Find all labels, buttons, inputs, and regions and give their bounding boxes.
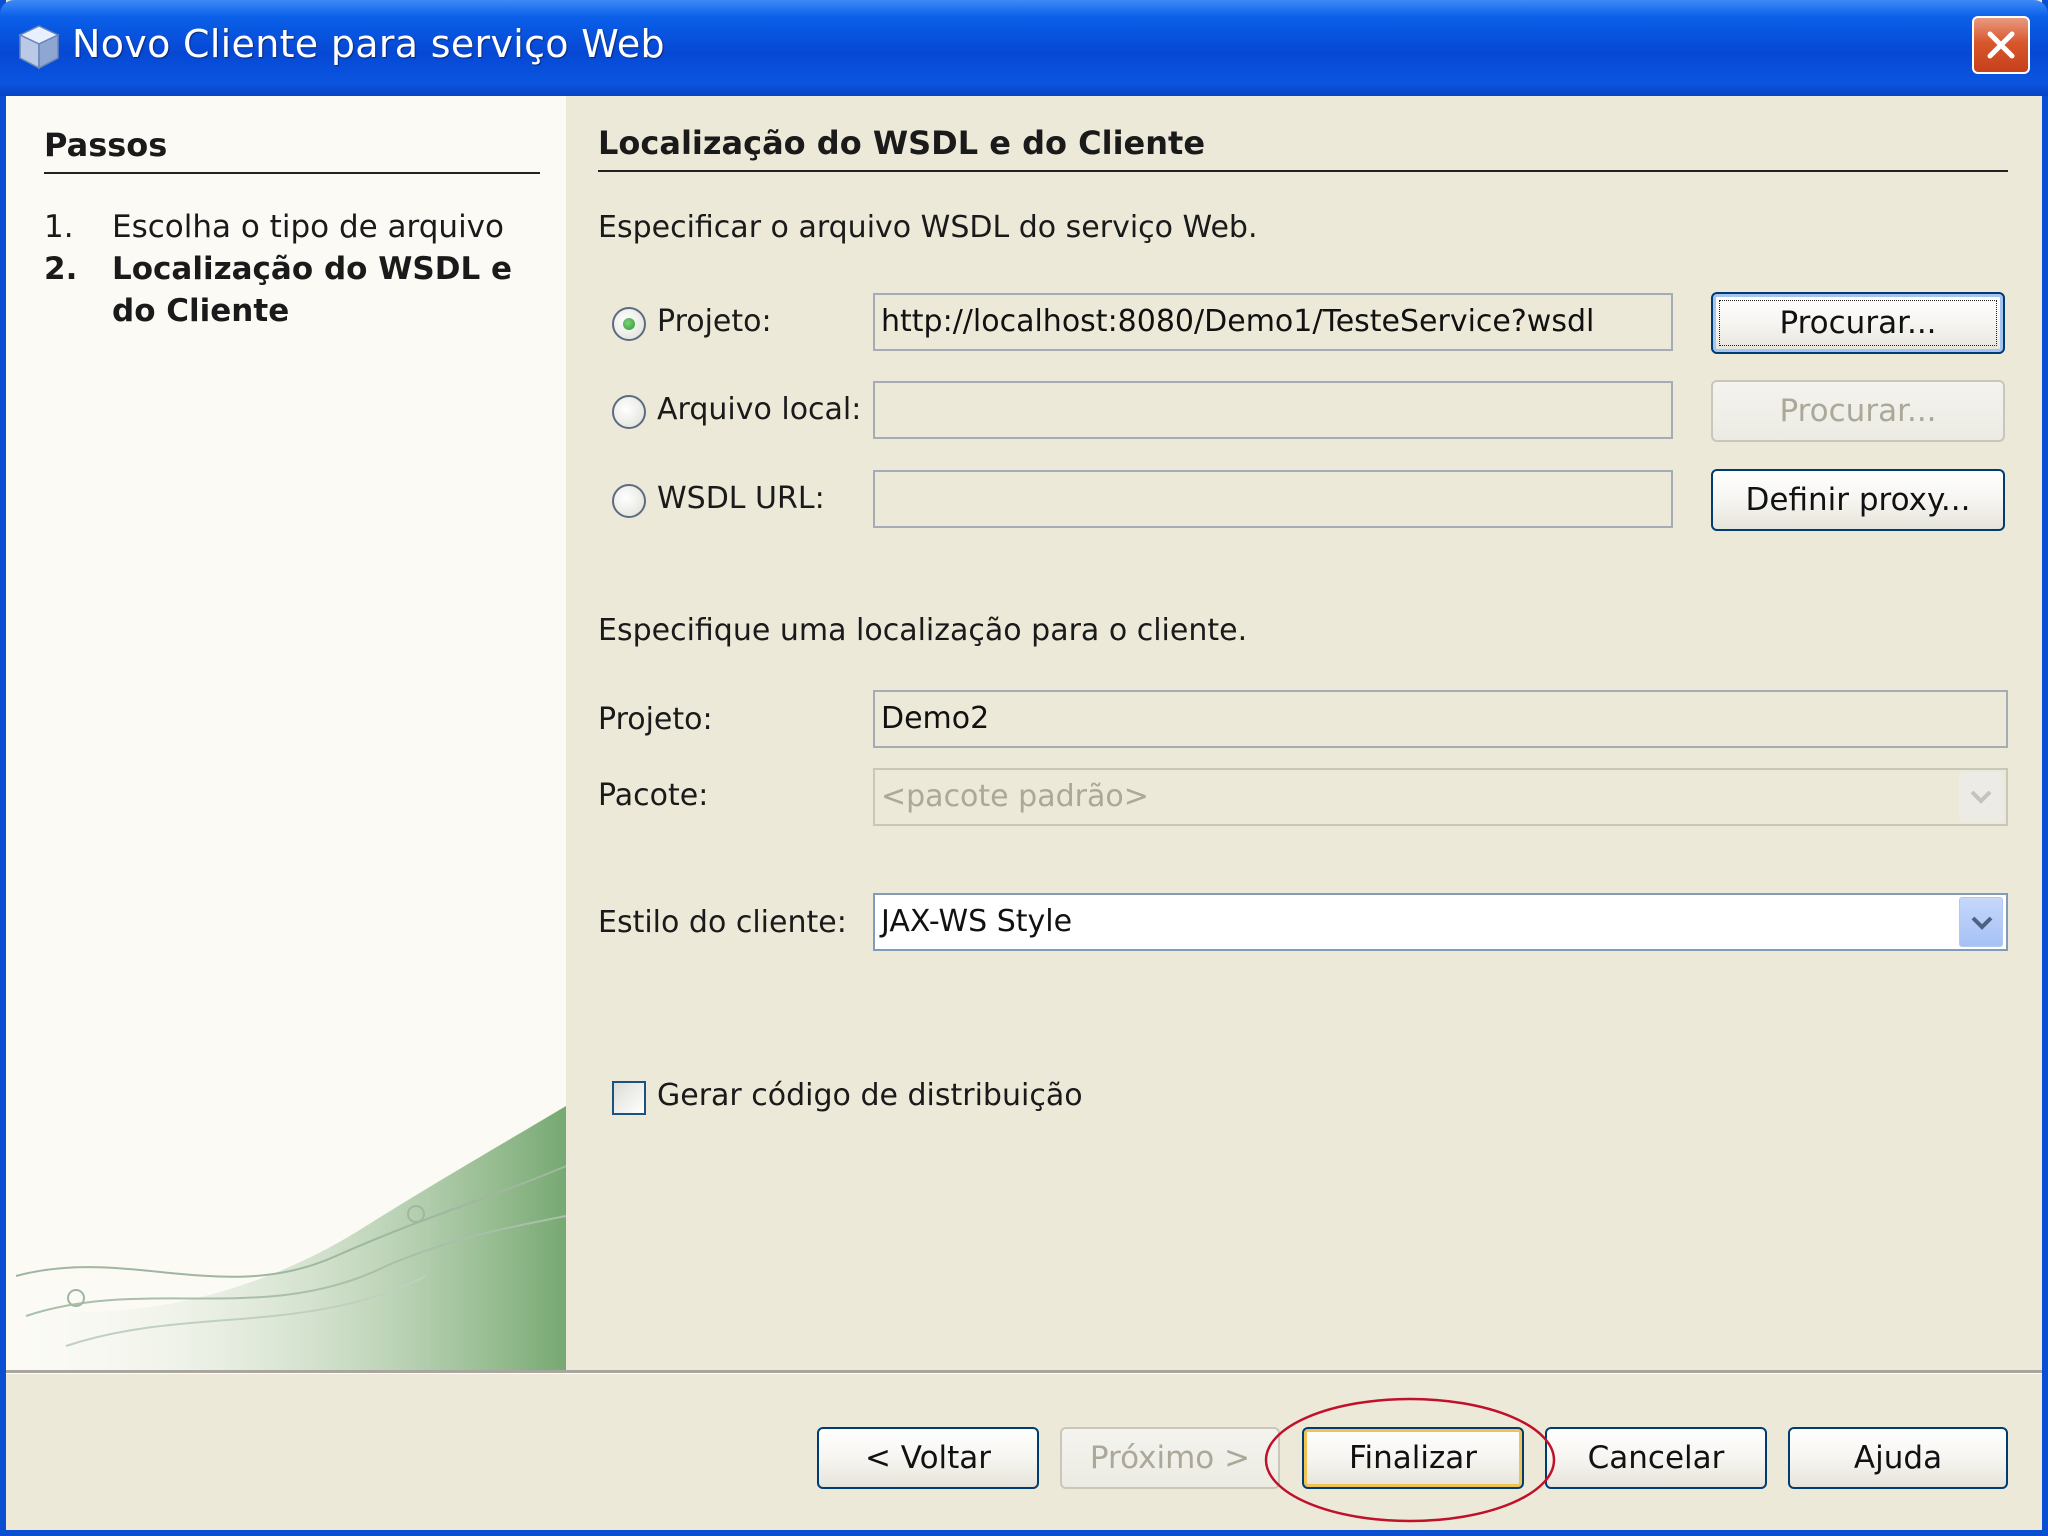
close-icon [1987, 31, 2015, 59]
back-button[interactable]: < Voltar [817, 1427, 1039, 1489]
package-combo[interactable]: <pacote padrão> [873, 768, 2008, 826]
footer-divider [6, 1370, 2042, 1374]
wsdl-instruction: Especificar o arquivo WSDL do serviço We… [598, 210, 1258, 245]
step-label: Localização do WSDL e do Cliente [112, 251, 513, 329]
radio-project[interactable] [612, 307, 646, 341]
help-button[interactable]: Ajuda [1788, 1427, 2008, 1489]
step-number: 2. [44, 251, 78, 287]
client-style-value: JAX-WS Style [881, 904, 1073, 939]
client-style-combo[interactable]: JAX-WS Style [873, 893, 2008, 951]
radio-wsdl-url-label[interactable]: WSDL URL: [657, 481, 825, 516]
radio-selected-dot [623, 318, 635, 330]
radio-project-label[interactable]: Projeto: [657, 304, 772, 339]
package-placeholder: <pacote padrão> [881, 779, 1149, 814]
package-label: Pacote: [598, 778, 709, 813]
steps-pane: Passos 1. Escolha o tipo de arquivo 2. L… [6, 96, 566, 1370]
set-proxy-button[interactable]: Definir proxy... [1711, 469, 2005, 531]
client-instruction: Especifique uma localização para o clien… [598, 613, 1248, 648]
cube-icon [18, 24, 60, 70]
chevron-down-icon[interactable] [1959, 772, 2003, 822]
project-field[interactable]: Demo2 [873, 690, 2008, 748]
browse-project-button[interactable]: Procurar... [1711, 292, 2005, 354]
steps-heading: Passos [44, 126, 540, 174]
wsdl-project-field[interactable]: http://localhost:8080/Demo1/TesteService… [873, 293, 1673, 351]
focus-rect [1719, 300, 1997, 346]
decorative-wave-art [6, 1106, 566, 1370]
panel-title: Localização do WSDL e do Cliente [598, 124, 2008, 172]
highlight-ellipse [1264, 1397, 1556, 1523]
next-button[interactable]: Próximo > [1060, 1427, 1280, 1489]
radio-local-file-label[interactable]: Arquivo local: [657, 392, 861, 427]
local-file-field[interactable] [873, 381, 1673, 439]
radio-wsdl-url[interactable] [612, 484, 646, 518]
project-label: Projeto: [598, 702, 713, 737]
chevron-down-icon[interactable] [1959, 897, 2003, 947]
step-number: 1. [44, 209, 74, 245]
dispatch-checkbox[interactable] [612, 1081, 646, 1115]
wsdl-url-field[interactable] [873, 470, 1673, 528]
radio-local-file[interactable] [612, 395, 646, 429]
step-label: Escolha o tipo de arquivo [112, 209, 504, 245]
browse-local-button[interactable]: Procurar... [1711, 380, 2005, 442]
close-button[interactable] [1972, 16, 2030, 74]
window-title: Novo Cliente para serviço Web [72, 22, 665, 66]
title-bar[interactable]: Novo Cliente para serviço Web [0, 0, 2048, 96]
client-style-label: Estilo do cliente: [598, 905, 847, 940]
dispatch-checkbox-label[interactable]: Gerar código de distribuição [657, 1078, 1083, 1113]
cancel-button[interactable]: Cancelar [1545, 1427, 1767, 1489]
